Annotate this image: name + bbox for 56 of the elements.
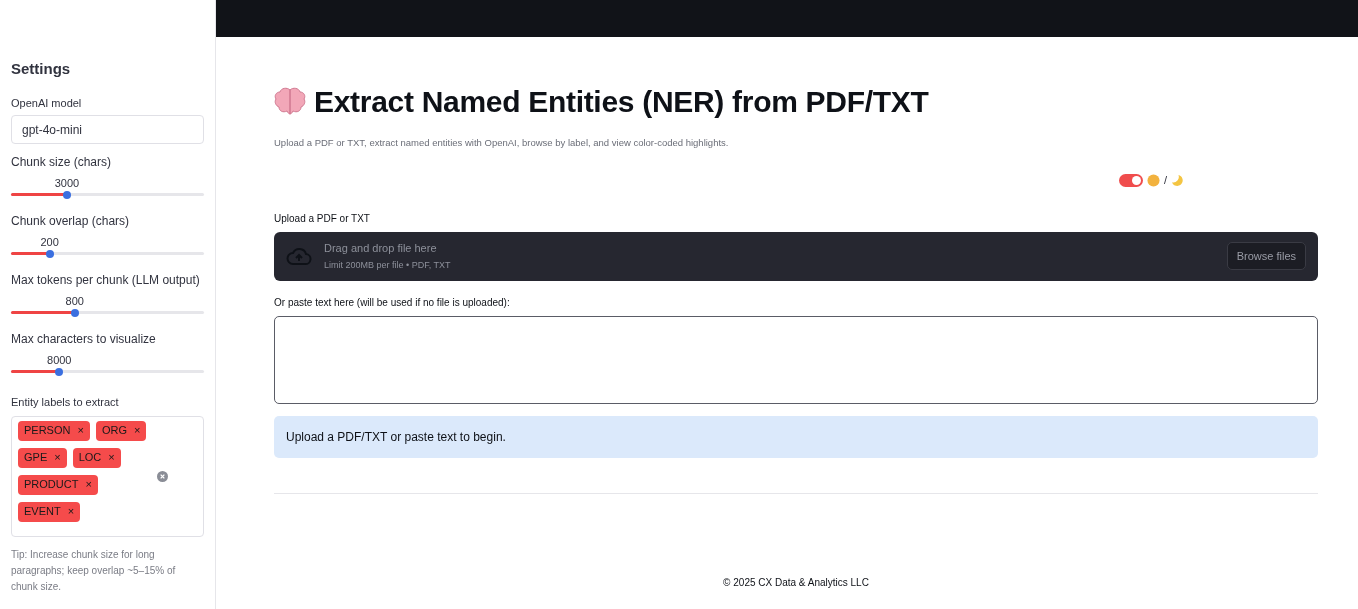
- moon-icon: [1171, 174, 1184, 187]
- slider-thumb[interactable]: [70, 308, 79, 317]
- remove-tag-button[interactable]: ×: [108, 449, 115, 466]
- field-label: Entity labels to extract: [11, 395, 120, 410]
- dropzone[interactable]: Drag and drop file here Limit 200MB per file • PDF, TXT Browse files: [274, 231, 1318, 281]
- model-field[interactable]: gpt-4o-mini: [11, 115, 204, 144]
- clear-all-icon[interactable]: [157, 470, 168, 482]
- dropzone-heading: Drag and drop file here: [324, 241, 438, 257]
- slider-label: Chunk size (chars): [11, 154, 113, 171]
- slider-thumb[interactable]: [45, 249, 54, 258]
- text-area[interactable]: [274, 315, 1318, 404]
- tag-text: GPE: [24, 450, 48, 466]
- slider-track[interactable]: [11, 311, 204, 314]
- upload-cloud-icon: [286, 246, 312, 267]
- label-tag[interactable]: ORG ×: [95, 420, 147, 441]
- remove-tag-button[interactable]: ×: [67, 503, 75, 520]
- slider-value: 3000: [54, 176, 80, 191]
- tip-text: Tip: Increase chunk size for long paragraphs; keep overlap ~5–15% of chunk size.: [11, 547, 177, 594]
- footer-text: © 2025 CX Data & Analytics LLC: [722, 575, 870, 590]
- info-alert: Upload a PDF/TXT or paste text to begin.: [274, 415, 1318, 458]
- label-tag[interactable]: PRODUCT ×: [18, 474, 98, 495]
- slider-track[interactable]: [11, 370, 204, 373]
- label-tag[interactable]: EVENT ×: [18, 501, 81, 522]
- slider-thumb[interactable]: [62, 190, 71, 199]
- tag-text: PRODUCT: [24, 477, 79, 493]
- remove-tag-button[interactable]: ×: [77, 422, 84, 439]
- remove-tag-button[interactable]: ×: [133, 422, 141, 439]
- slider-value: 800: [65, 294, 84, 309]
- page-title: Extract Named Entities (NER) from PDF/TXT: [314, 84, 929, 120]
- field-label: OpenAI model: [11, 95, 83, 111]
- label-tag[interactable]: PERSON ×: [18, 420, 90, 441]
- slider-label: Chunk overlap (chars): [11, 213, 131, 230]
- paste-label: Or paste text here (will be used if no file is uploaded):: [274, 295, 511, 310]
- tag-text: EVENT: [24, 504, 61, 520]
- slider-label: Max characters to visualize: [11, 331, 157, 348]
- multiselect-field[interactable]: PERSON × ORG × GPE × LOC × PRODUCT × EVENT ×: [11, 415, 204, 537]
- label-tag[interactable]: GPE ×: [18, 447, 67, 468]
- remove-tag-button[interactable]: ×: [85, 476, 92, 493]
- tag-text: LOC: [78, 450, 102, 466]
- slider-thumb[interactable]: [55, 367, 64, 376]
- browse-files-button[interactable]: Browse files: [1226, 242, 1306, 271]
- tag-text: PERSON: [24, 423, 71, 439]
- dropzone-limit: Limit 200MB per file • PDF, TXT: [324, 258, 451, 272]
- label-tag[interactable]: LOC ×: [72, 447, 121, 468]
- sidebar-title: Settings: [11, 59, 72, 79]
- brain-icon: [274, 86, 306, 117]
- page-subtitle: Upload a PDF or TXT, extract named entities with OpenAI, browse by label, and view color-coded highlights.: [274, 136, 730, 150]
- slider-label: Max tokens per chunk (LLM output): [11, 272, 201, 289]
- slider-value: 8000: [47, 353, 72, 368]
- theme-toggle[interactable]: [1118, 174, 1143, 187]
- upload-label: Upload a PDF or TXT: [274, 211, 371, 226]
- toggle-separator: /: [1163, 173, 1167, 189]
- slider-value: 200: [40, 235, 59, 250]
- slider-track[interactable]: [11, 193, 204, 196]
- tag-text: ORG: [101, 423, 127, 439]
- remove-tag-button[interactable]: ×: [54, 449, 61, 466]
